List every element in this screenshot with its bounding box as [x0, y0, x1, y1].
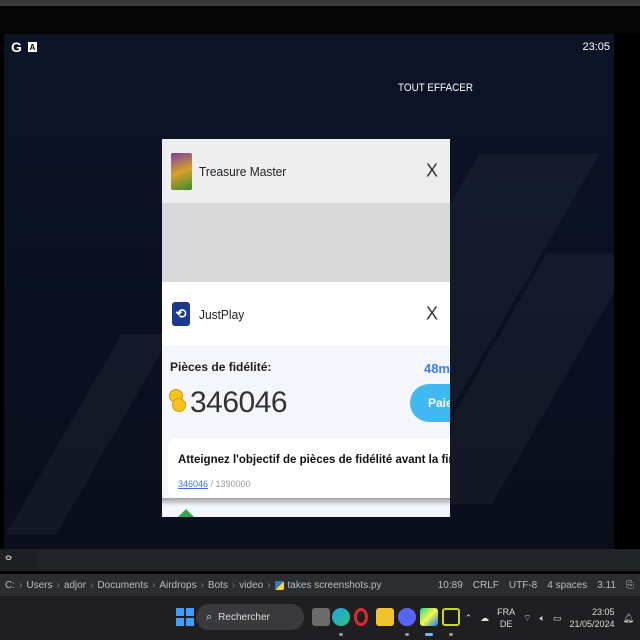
close-card-button[interactable]: X — [426, 304, 438, 325]
goal-progress-current: 346046 — [178, 479, 209, 489]
breadcrumb-item[interactable]: Documents — [97, 580, 148, 591]
file-encoding[interactable]: UTF-8 — [509, 580, 537, 591]
opera-icon[interactable] — [354, 608, 368, 626]
breadcrumb-item[interactable]: adjor — [64, 580, 86, 591]
breadcrumb-item[interactable]: C: — [5, 580, 15, 591]
ide-status-bar: C: › Users › adjor › Documents › Airdrops › B… — [0, 574, 640, 596]
status-right: 10:89 CRLF UTF-8 4 spaces 3.11 ⎘ — [438, 574, 634, 596]
pycharm-icon[interactable] — [420, 608, 438, 626]
app-name: Treasure Master — [199, 163, 287, 179]
language-top: FRA — [497, 607, 516, 617]
breadcrumb-item[interactable]: video — [239, 580, 263, 591]
loyalty-label: Pièces de fidélité: — [170, 360, 272, 374]
clock-time: 23:05 — [592, 607, 615, 617]
recent-app-card-justplay[interactable]: ⟲ JustPlay X Pièces de fidélité: 48m 346… — [162, 282, 450, 517]
terminal-icon[interactable] — [442, 608, 460, 626]
card-header: ⟲ JustPlay X — [162, 282, 450, 346]
python-file-icon — [274, 580, 284, 590]
wifi-icon[interactable]: ⌔ — [523, 613, 531, 624]
goal-text: Atteignez l'objectif de pièces de fidéli… — [178, 454, 450, 466]
background-decoration — [6, 334, 172, 534]
indent-setting[interactable]: 4 spaces — [547, 580, 587, 591]
coin-icon — [169, 389, 187, 415]
cursor-position[interactable]: 10:89 — [438, 580, 463, 591]
treasure-master-app-icon — [171, 152, 192, 190]
close-card-button[interactable]: X — [426, 161, 438, 182]
breadcrumb-item[interactable]: Bots — [208, 580, 228, 591]
app-preview: Pièces de fidélité: 48m 346046 Paie Atte… — [162, 346, 450, 517]
breadcrumb-item[interactable]: Airdrops — [159, 580, 196, 591]
taskbar: ⌕ Rechercher ⌃ ☁ FRA DE ⌔ 🔈︎ ▭ 23:05 21/… — [0, 596, 640, 640]
breadcrumb-item[interactable]: takes screenshots.py — [288, 580, 382, 591]
goal-progress-total: / 1390000 — [208, 479, 251, 489]
justplay-app-icon: ⟲ — [172, 302, 190, 326]
battery-icon[interactable]: ▭ — [553, 613, 562, 624]
goal-progress: 346046 / 1390000 — [178, 479, 251, 489]
play-store-icon — [176, 509, 196, 517]
volume-icon[interactable]: 🔈︎ — [540, 613, 545, 624]
chevron-up-icon[interactable]: ⌃ — [465, 613, 473, 624]
line-ending[interactable]: CRLF — [473, 580, 499, 591]
coins-balance: 346046 — [190, 386, 288, 419]
notification-bell-icon[interactable]: 🔔︎ — [623, 613, 634, 624]
python-interpreter[interactable]: 3.11 — [597, 580, 616, 591]
file-explorer-icon[interactable] — [376, 608, 394, 626]
search-placeholder: Rechercher — [218, 611, 270, 623]
recent-app-card-treasure-master[interactable]: Treasure Master X — [162, 139, 450, 284]
language-bottom: DE — [499, 619, 513, 629]
status-bar-left: G A — [11, 39, 37, 55]
breadcrumb-item[interactable]: Users — [26, 580, 52, 591]
divider — [162, 498, 450, 506]
clock-date: 21/05/2024 — [569, 619, 615, 629]
timer-label: 48m — [423, 361, 450, 376]
card-header: Treasure Master X — [162, 139, 450, 203]
goal-card: Atteignez l'objectif de pièces de fidéli… — [168, 438, 450, 498]
task-view-icon[interactable] — [312, 608, 330, 626]
ide-panel — [38, 549, 640, 571]
system-clock[interactable]: 23:05 21/05/2024 — [570, 606, 615, 630]
search-icon: ⌕ — [206, 610, 213, 623]
phone-clock: 23:05 — [582, 41, 610, 53]
pay-button[interactable]: Paie — [410, 384, 450, 422]
google-icon: G — [11, 39, 22, 55]
notification-icon: A — [27, 42, 37, 52]
breadcrumb: C: › Users › adjor › Documents › Airdrops › B… — [5, 579, 382, 591]
language-indicator[interactable]: FRA DE — [497, 606, 515, 630]
lock-icon[interactable]: ⎘ — [626, 580, 634, 591]
git-branch-icon[interactable]: ⴰ — [5, 550, 12, 563]
system-tray: ⌃ ☁ FRA DE ⌔ 🔈︎ ▭ 23:05 21/05/2024 🔔︎ — [465, 596, 640, 640]
cloud-icon[interactable]: ☁ — [480, 613, 489, 624]
start-button-icon[interactable] — [176, 608, 194, 626]
discord-icon[interactable] — [398, 608, 416, 626]
edge-icon[interactable] — [332, 608, 350, 626]
app-name: JustPlay — [199, 306, 245, 322]
window-frame — [0, 6, 640, 34]
taskbar-search[interactable]: ⌕ Rechercher — [196, 604, 304, 630]
clear-all-button[interactable]: TOUT EFFACER — [398, 82, 473, 94]
